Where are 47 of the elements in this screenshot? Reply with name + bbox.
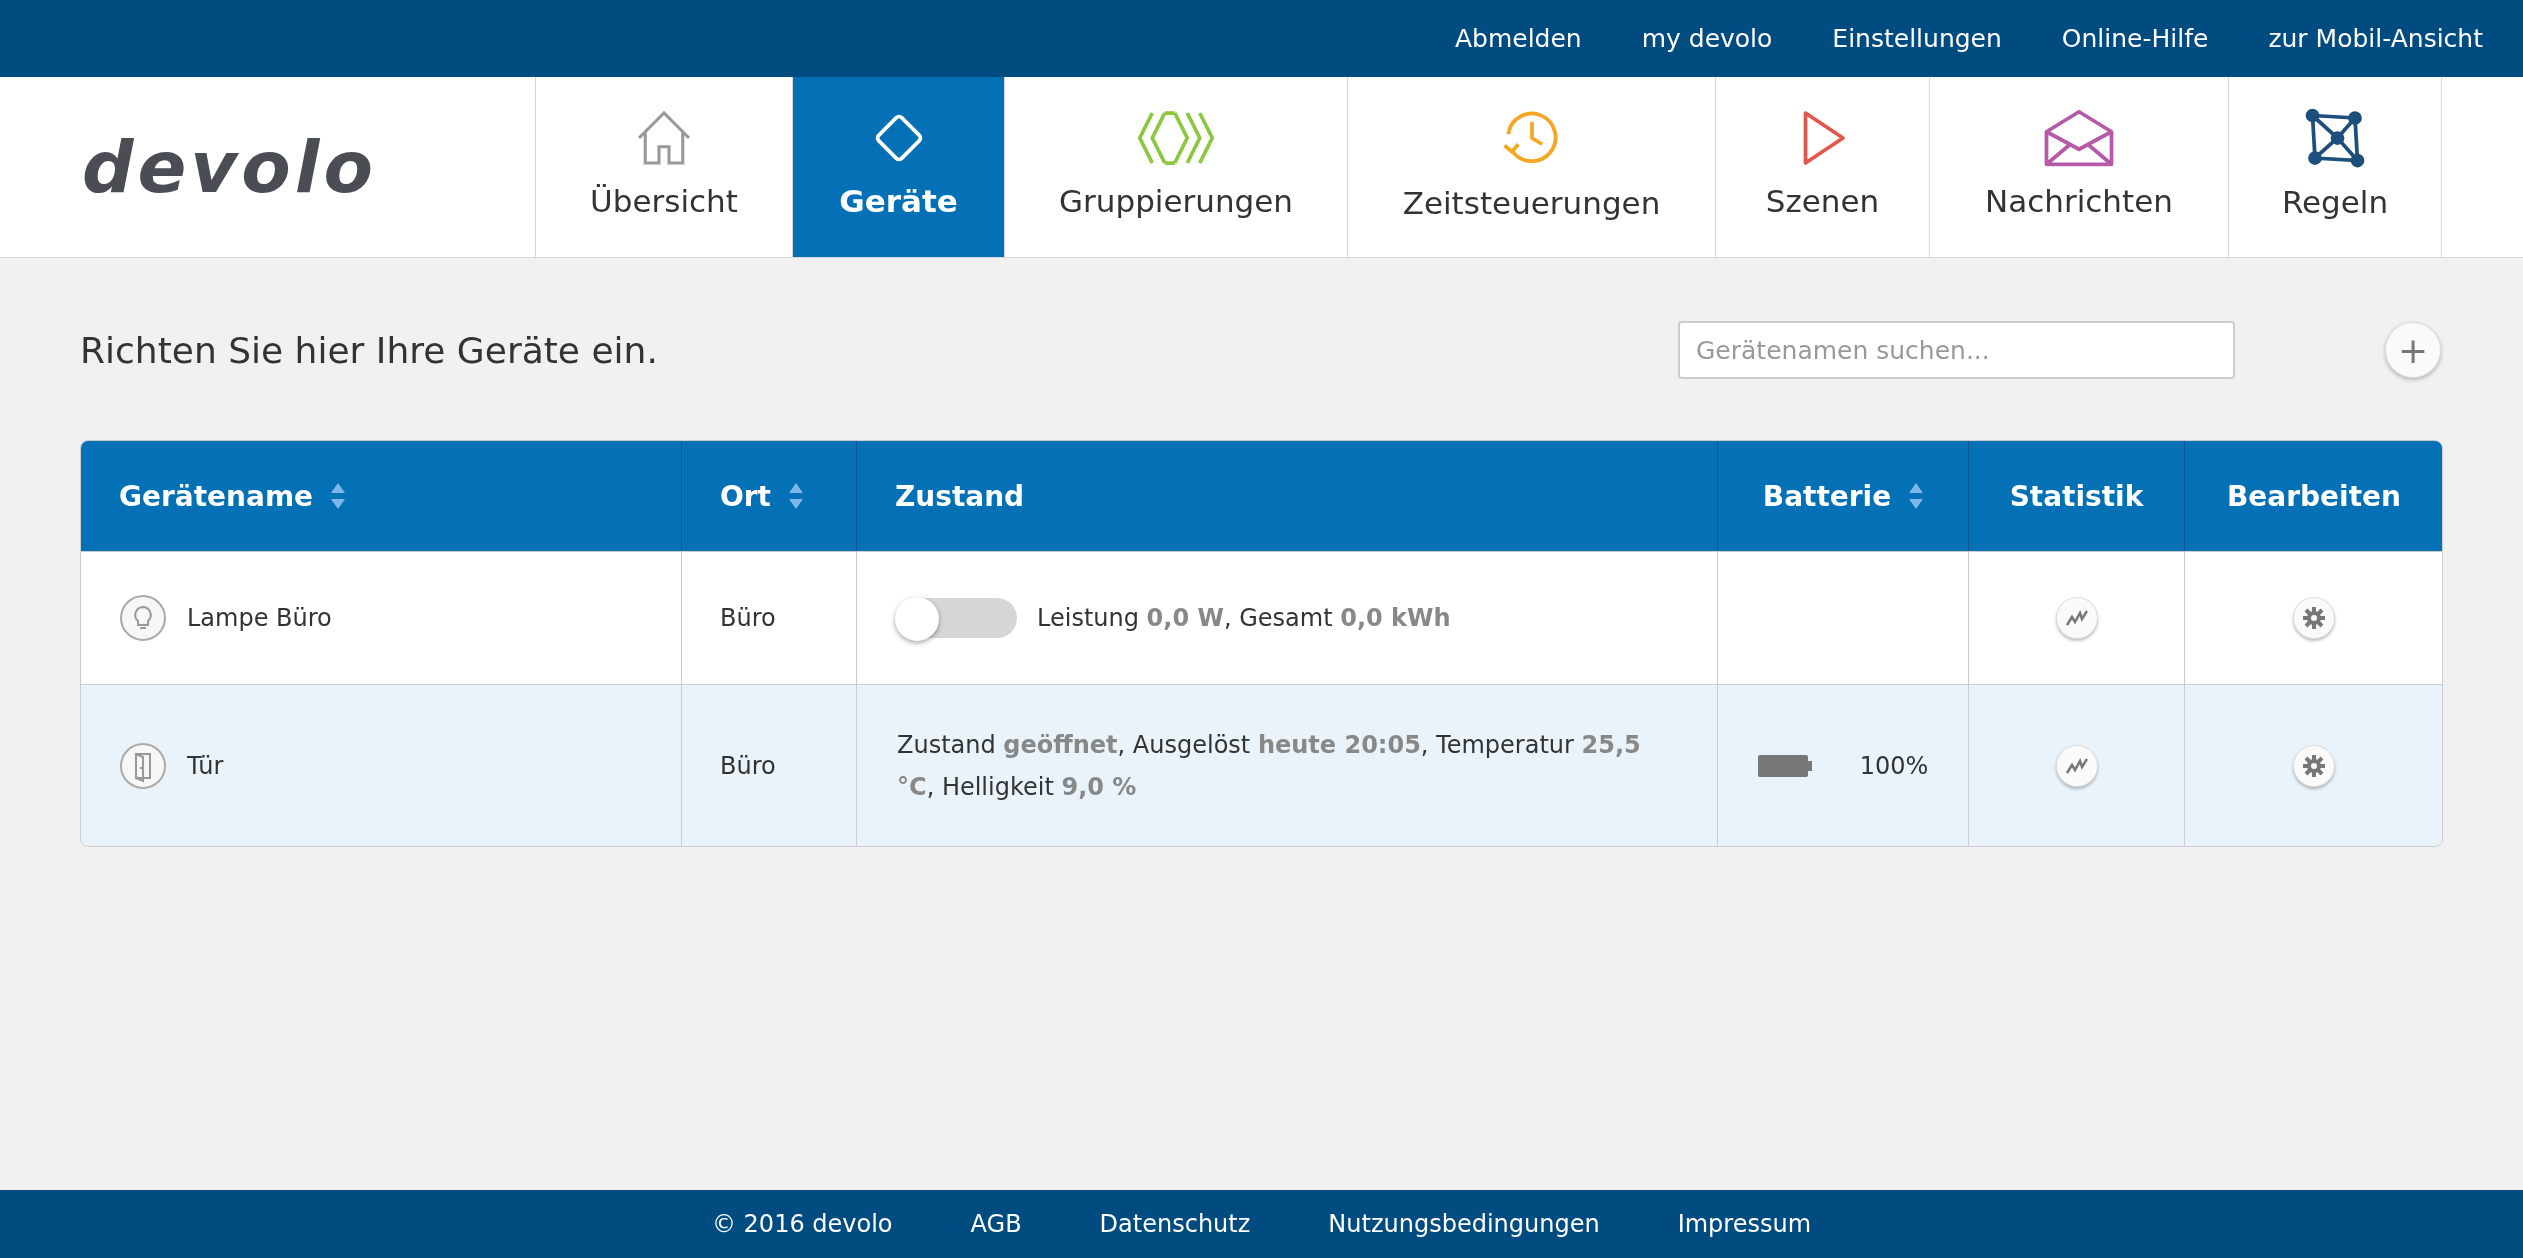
column-header[interactable]: Batterie xyxy=(1717,441,1968,551)
add-button[interactable]: + xyxy=(2385,322,2441,378)
settings-button[interactable] xyxy=(2293,744,2335,787)
footer-link[interactable]: Impressum xyxy=(1677,1210,1812,1238)
gear-icon xyxy=(2303,754,2325,777)
location-text: Büro xyxy=(720,604,776,632)
statistics-button[interactable] xyxy=(2055,597,2098,639)
network-icon xyxy=(2305,108,2365,168)
device-name: Tür xyxy=(187,751,224,780)
toggle-switch[interactable] xyxy=(897,598,1017,638)
statistics-button[interactable] xyxy=(2055,744,2098,787)
top-link[interactable]: Online-Hilfe xyxy=(2061,24,2209,53)
search-field[interactable]: Gerätenamen suchen... xyxy=(1678,321,2235,379)
status-text: Zustand geöffnet, Ausgelöst heute 20:05, Temperatur 25,5 °C, Helligkeit 9,0 % xyxy=(897,729,1642,803)
column-header: Zustand xyxy=(856,441,1717,551)
chart-line-icon xyxy=(2065,610,2088,626)
sort-icon[interactable] xyxy=(1909,483,1924,509)
footer-link[interactable]: Datenschutz xyxy=(1099,1210,1251,1238)
column-header: Bearbeiten xyxy=(2184,441,2442,551)
top-link[interactable]: my devolo xyxy=(1641,24,1773,53)
envelope-icon xyxy=(2042,109,2116,167)
door-icon xyxy=(119,741,167,790)
logo: devolo xyxy=(82,125,377,209)
status-text: Leistung 0,0 W, Gesamt 0,0 kWh xyxy=(1037,603,1451,634)
chevrons-icon xyxy=(1137,109,1215,167)
copyright-text: © 2016 devolo xyxy=(711,1210,893,1238)
device-name: Lampe Büro xyxy=(187,604,332,632)
column-header[interactable]: Gerätename xyxy=(81,441,681,551)
gear-icon xyxy=(2303,607,2325,629)
location-text: Büro xyxy=(720,751,776,780)
nav-tab[interactable]: Geräte xyxy=(793,77,1005,257)
page-heading: Richten Sie hier Ihre Geräte ein. xyxy=(80,329,659,371)
battery-reading: 100% xyxy=(1859,751,1929,780)
lightbulb-icon xyxy=(119,594,167,642)
settings-button[interactable] xyxy=(2293,597,2335,639)
house-icon xyxy=(635,109,693,167)
top-link[interactable]: Abmelden xyxy=(1454,24,1582,53)
sort-icon[interactable] xyxy=(331,483,346,509)
top-link[interactable]: Einstellungen xyxy=(1832,24,2002,53)
column-header[interactable]: Ort xyxy=(681,441,856,551)
chart-line-icon xyxy=(2065,757,2088,774)
top-link[interactable]: zur Mobil-Ansicht xyxy=(2268,24,2483,53)
column-header: Statistik xyxy=(1968,441,2184,551)
footer-link[interactable]: AGB xyxy=(970,1210,1022,1238)
footer-link[interactable]: Nutzungsbedingungen xyxy=(1328,1210,1600,1238)
sort-icon[interactable] xyxy=(789,483,803,509)
battery-icon xyxy=(1757,754,1812,777)
